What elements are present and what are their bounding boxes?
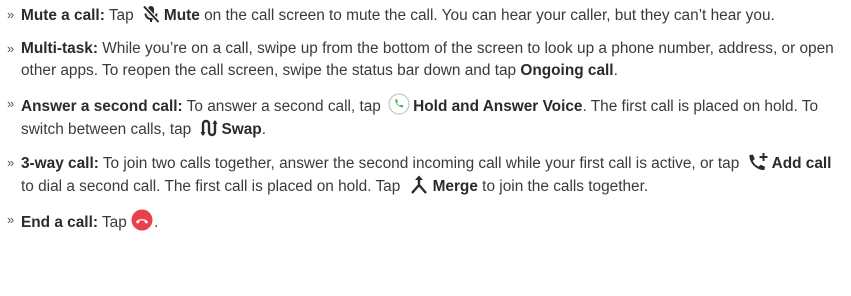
mute-mic-icon <box>141 4 161 24</box>
item-bold: Add call <box>771 155 832 172</box>
merge-icon <box>408 175 430 195</box>
end-call-icon <box>131 209 153 231</box>
list-item-mute: » Mute a call: Tap Mute on the call scre… <box>7 4 845 27</box>
item-text: To join two calls together, answer the s… <box>98 155 744 172</box>
bullet: » <box>7 7 14 22</box>
item-text: . <box>261 121 266 138</box>
list-item-end-call: » End a call: Tap . <box>7 209 845 234</box>
list-item-three-way: » 3-way call: To join two calls together… <box>7 152 845 198</box>
list-item-multitask: » Multi-task: While you’re on a call, sw… <box>7 38 845 82</box>
document-body: » Mute a call: Tap Mute on the call scre… <box>7 4 845 245</box>
bullet: » <box>7 155 14 170</box>
item-text: Tap <box>97 214 132 231</box>
item-text: To answer a second call, tap <box>182 98 386 115</box>
green-phone-icon <box>388 93 410 115</box>
item-text: Tap <box>104 7 138 24</box>
item-bold: Hold and Answer Voice <box>413 98 583 115</box>
item-title: Multi-task: <box>21 40 98 57</box>
add-call-icon <box>747 152 769 172</box>
bullet: » <box>7 41 14 56</box>
swap-arrows-icon <box>199 118 219 138</box>
item-bold: Mute <box>163 7 200 24</box>
item-text: to dial a second call. The first call is… <box>21 178 405 195</box>
item-title: End a call: <box>21 214 98 231</box>
item-text: on the call screen to mute the call. You… <box>199 7 775 24</box>
item-bold: Ongoing call <box>520 62 614 79</box>
item-text: While you’re on a call, swipe up from th… <box>21 40 834 79</box>
list-item-second-call: » Answer a second call: To answer a seco… <box>7 93 845 141</box>
item-title: 3-way call: <box>21 155 99 172</box>
item-text: . <box>613 62 618 79</box>
bullet: » <box>7 96 14 111</box>
item-text: to join the calls together. <box>477 178 649 195</box>
item-bold: Merge <box>432 178 478 195</box>
item-text: . <box>154 214 159 231</box>
item-title: Mute a call: <box>21 7 105 24</box>
bullet: » <box>7 212 14 227</box>
item-title: Answer a second call: <box>21 98 183 115</box>
item-bold: Swap <box>221 121 262 138</box>
